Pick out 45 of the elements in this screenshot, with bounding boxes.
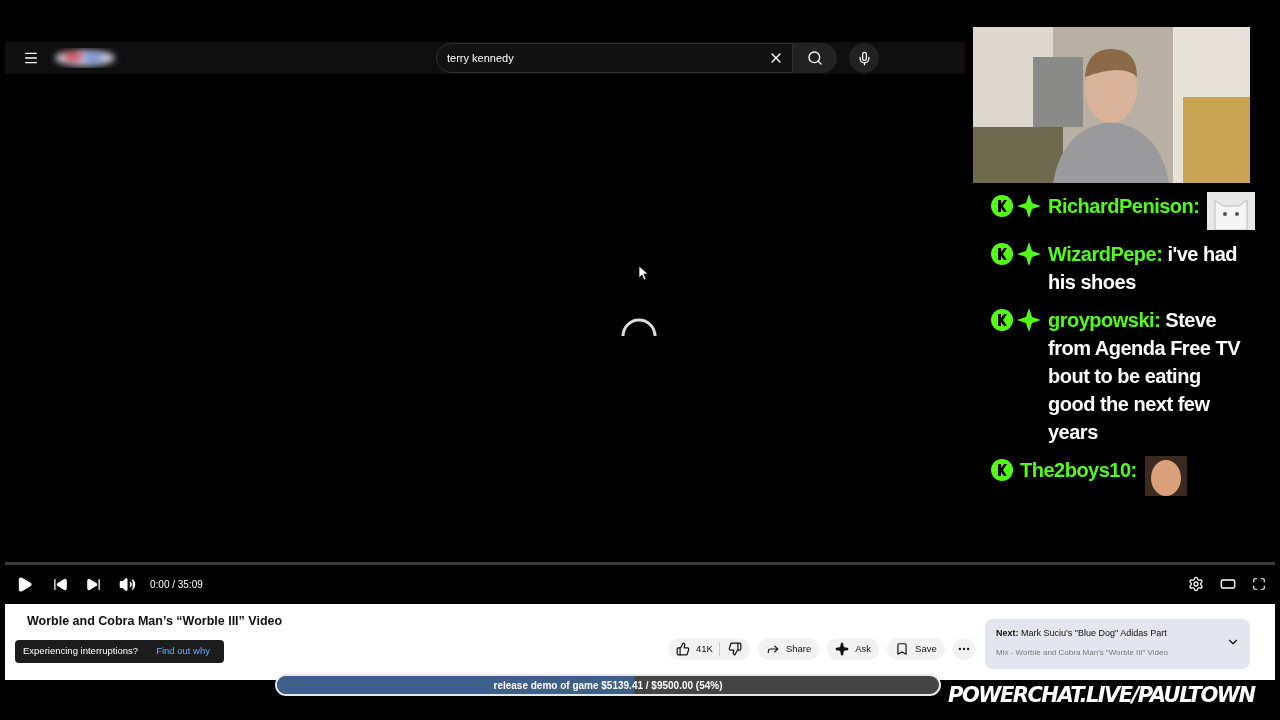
- volume-button[interactable]: [119, 575, 136, 593]
- find-out-why-link[interactable]: Find out why: [156, 644, 210, 659]
- mic-button[interactable]: [849, 43, 879, 73]
- k-badge-icon: [990, 308, 1014, 332]
- bookmark-icon: [895, 642, 910, 656]
- previous-button[interactable]: [53, 576, 68, 592]
- toast-text: Experiencing interruptions?: [23, 644, 139, 659]
- next-video-subtitle: Mix - Worble and Cobra Man’s “Worble III” Video: [996, 646, 1169, 659]
- search-icon: [807, 50, 823, 66]
- next-video-title: Next: Mark Suciu's "Blue Dog" Adidas Part: [996, 627, 1168, 640]
- next-video-card[interactable]: Next: Mark Suciu's "Blue Dog" Adidas Part Mix - Worble and Cobra Man’s “Worble III” Video: [985, 619, 1250, 669]
- sparkle-icon: [835, 642, 850, 656]
- goal-text: release demo of game $5139.41 / $9500.00 (54%): [492, 679, 724, 693]
- share-arrow-icon: [765, 642, 780, 656]
- cursor-icon: [639, 266, 649, 281]
- video-title: Worble and Cobra Man’s “Worble III” Video: [27, 613, 283, 630]
- menu-icon[interactable]: [23, 50, 39, 66]
- save-button[interactable]: Save: [887, 638, 945, 660]
- chat-message: The2boys10:: [1020, 458, 1137, 483]
- k-badge-icon: [990, 242, 1014, 266]
- sparkle-badge-icon: [1016, 307, 1042, 333]
- loading-spinner-icon: [620, 318, 658, 338]
- microphone-icon: [856, 50, 872, 66]
- fullscreen-button[interactable]: [1252, 577, 1266, 591]
- sparkle-badge-icon: [1016, 193, 1042, 219]
- settings-button[interactable]: [1188, 576, 1204, 592]
- thumbs-up-icon: [676, 642, 690, 656]
- sparkle-badge-icon: [1016, 241, 1042, 267]
- time-display: 0:00 / 35:09: [150, 577, 203, 592]
- chat-message: RichardPenison:: [1048, 194, 1200, 219]
- k-badge-icon: [990, 458, 1014, 482]
- thumbs-down-icon: [727, 642, 742, 656]
- overlay-url: POWERCHAT.LIVE/PAULTOWN: [948, 682, 1255, 709]
- chat-message: WizardPepe: i've had his shoes: [1048, 242, 1239, 295]
- search-field[interactable]: terry kennedy: [436, 43, 793, 73]
- like-button[interactable]: 41K: [676, 641, 720, 657]
- theater-mode-button[interactable]: [1220, 576, 1236, 592]
- ask-button[interactable]: Ask: [827, 638, 880, 660]
- chat-message: groypowski: Steve from Agenda Free TV bout to be eating good the next few years: [1048, 308, 1242, 445]
- search-text: terry kennedy: [447, 50, 515, 66]
- share-button[interactable]: Share: [757, 638, 820, 660]
- next-button[interactable]: [86, 576, 101, 592]
- search-button[interactable]: [793, 43, 837, 73]
- play-button[interactable]: [16, 575, 33, 593]
- k-badge-icon: [990, 194, 1014, 218]
